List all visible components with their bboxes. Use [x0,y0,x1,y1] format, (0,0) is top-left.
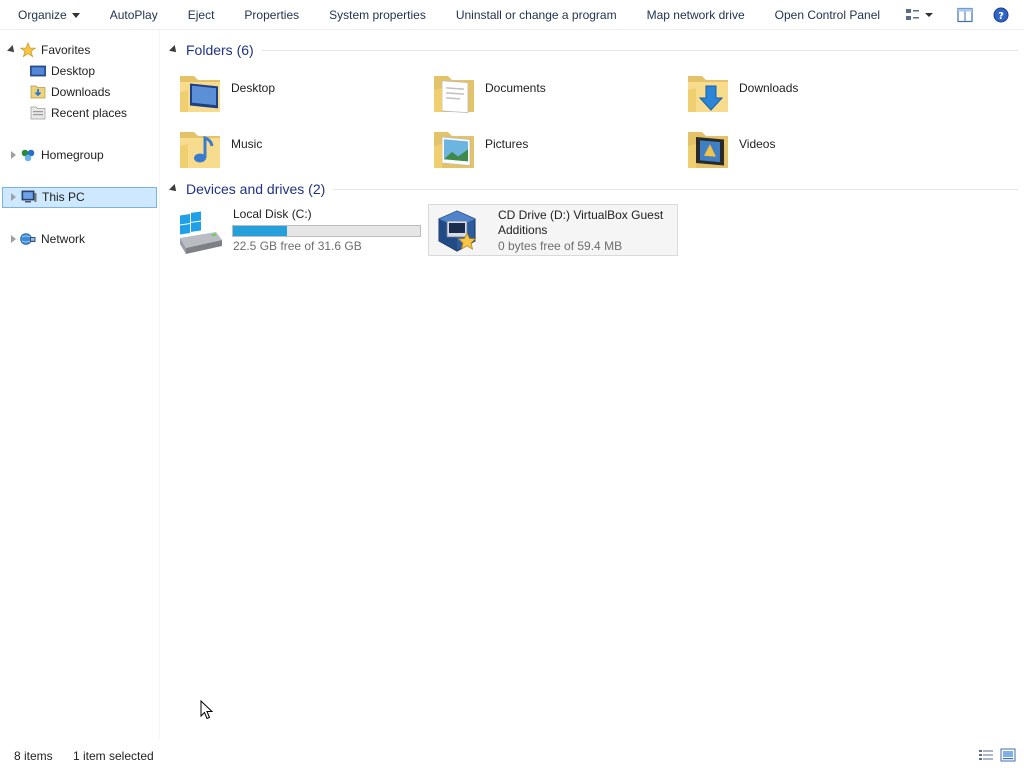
downloads-icon [30,85,46,99]
nav-this-pc[interactable]: This PC [2,187,157,208]
recent-places-icon [30,106,46,120]
nav-network[interactable]: Network [0,229,158,250]
selection-count-text: 1 item selected [73,749,154,763]
folder-tile-music[interactable]: Music [162,120,412,172]
preview-pane-icon [957,7,973,23]
navigation-pane: Favorites Desktop Downloads Recent place… [0,30,160,738]
documents-folder-icon [434,76,474,114]
network-icon [20,233,36,245]
open-control-panel-button[interactable]: Open Control Panel [760,0,895,30]
downloads-folder-icon [688,76,728,112]
homegroup-icon [21,149,35,162]
chevron-down-icon [71,12,80,18]
command-bar: Organize AutoPlay Eject Properties Syste… [0,0,1024,30]
item-count-text: 8 items [14,749,53,763]
uninstall-program-button[interactable]: Uninstall or change a program [441,0,632,30]
collapse-arrow-icon[interactable] [169,45,179,55]
folder-tile-desktop[interactable]: Desktop [162,64,412,116]
change-view-button[interactable] [898,0,940,30]
help-button[interactable]: ? [988,0,1014,30]
content-pane: Folders (6) Desktop Documents Downloads … [162,30,1024,738]
star-icon [20,42,36,58]
folder-tile-videos[interactable]: Videos [670,120,920,172]
eject-button[interactable]: Eject [173,0,230,30]
nav-item-downloads[interactable]: Downloads [0,82,158,103]
expand-arrow-icon[interactable] [11,151,16,159]
group-header-devices[interactable]: Devices and drives (2) [168,178,1018,200]
organize-button[interactable]: Organize [0,0,95,30]
drive-capacity-fill [233,226,288,236]
computer-icon [21,190,37,203]
status-bar: 8 items 1 item selected [0,738,1024,768]
expand-arrow-icon[interactable] [11,235,16,243]
group-header-folders[interactable]: Folders (6) [168,39,1018,61]
drive-tile-local-disk-c[interactable]: Local Disk (C:) 22.5 GB free of 31.6 GB [164,204,424,256]
drive-tile-cd-drive-d[interactable]: CD Drive (D:) VirtualBox Guest Additions… [428,204,678,256]
videos-folder-icon [688,132,728,168]
system-properties-button[interactable]: System properties [314,0,441,30]
nav-favorites[interactable]: Favorites [0,40,158,61]
expand-arrow-icon[interactable] [11,193,16,201]
nav-item-recent-places[interactable]: Recent places [0,103,158,124]
collapse-arrow-icon[interactable] [169,184,179,194]
music-folder-icon [180,132,220,168]
properties-button[interactable]: Properties [229,0,314,30]
preview-pane-button[interactable] [952,0,978,30]
svg-text:?: ? [998,11,1004,22]
change-view-icon [906,9,933,20]
folder-tile-downloads[interactable]: Downloads [670,64,920,116]
pictures-folder-icon [434,132,474,168]
folder-tile-pictures[interactable]: Pictures [416,120,666,172]
folder-tile-documents[interactable]: Documents [416,64,666,116]
autoplay-button[interactable]: AutoPlay [95,0,173,30]
details-view-button[interactable] [978,748,996,762]
drive-capacity-bar [232,225,421,237]
mouse-cursor-icon [200,700,214,720]
group-divider [261,49,1018,51]
map-network-drive-button[interactable]: Map network drive [632,0,760,30]
large-icons-view-button[interactable] [1000,748,1018,762]
details-view-icon [979,750,993,760]
desktop-icon [30,65,46,77]
desktop-folder-icon [180,76,220,112]
nav-item-desktop[interactable]: Desktop [0,61,158,82]
large-icons-view-icon [1000,748,1016,762]
help-icon: ? [993,7,1009,23]
nav-homegroup[interactable]: Homegroup [0,145,158,166]
hard-drive-icon [180,211,222,254]
expand-arrow-icon[interactable] [7,45,17,55]
group-divider [333,188,1018,190]
virtualbox-cd-icon [438,210,477,252]
